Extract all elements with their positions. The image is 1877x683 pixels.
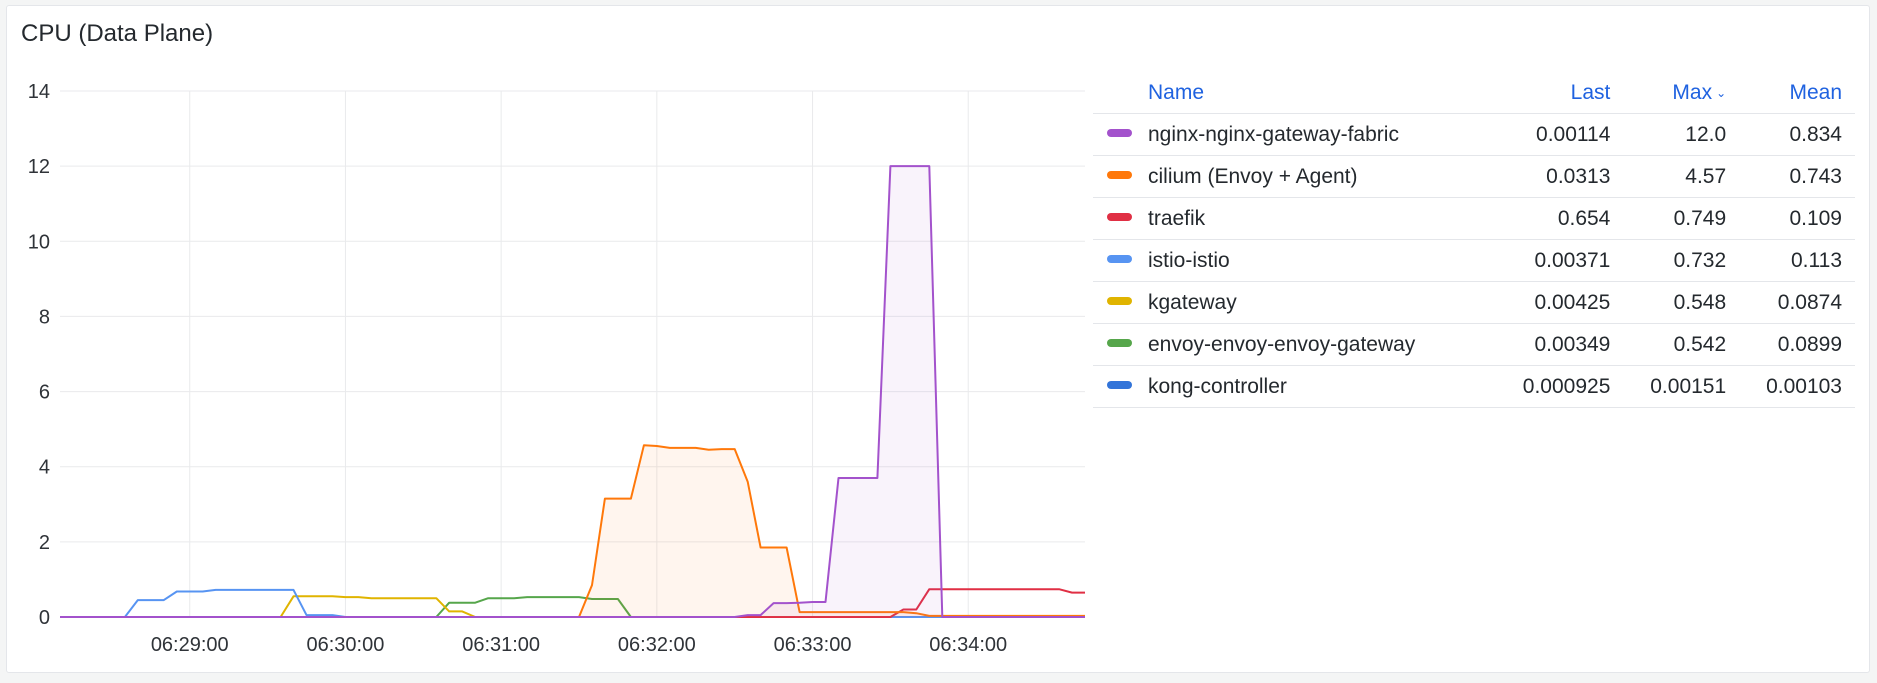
y-tick-label: 10 xyxy=(28,231,50,253)
series-color-swatch xyxy=(1107,254,1132,263)
legend-last-value: 0.654 xyxy=(1493,197,1624,240)
y-tick-label: 8 xyxy=(39,306,50,328)
legend-series-name: kong-controller xyxy=(1093,365,1494,408)
legend-max-value: 0.542 xyxy=(1623,323,1740,366)
legend-series-name: cilium (Envoy + Agent) xyxy=(1093,155,1494,198)
legend-mean-value: 0.0899 xyxy=(1739,323,1855,366)
legend-max-value: 12.0 xyxy=(1623,113,1740,156)
legend-series-label: envoy-envoy-envoy-gateway xyxy=(1148,332,1416,356)
legend-mean-value: 0.00103 xyxy=(1739,365,1855,408)
x-tick-label: 06:33:00 xyxy=(774,634,852,656)
legend-series-name: kgateway xyxy=(1093,281,1494,324)
legend-last-value: 0.00349 xyxy=(1493,323,1624,366)
legend-series-label: kong-controller xyxy=(1148,374,1287,398)
legend-row[interactable]: cilium (Envoy + Agent) 0.0313 4.57 0.743 xyxy=(1093,155,1855,198)
series-color-swatch xyxy=(1107,170,1132,179)
legend-mean-value: 0.109 xyxy=(1739,197,1855,240)
legend-row[interactable]: kong-controller 0.000925 0.00151 0.00103 xyxy=(1093,365,1855,408)
legend-row[interactable]: traefik 0.654 0.749 0.109 xyxy=(1093,197,1855,240)
legend-last-value: 0.00425 xyxy=(1493,281,1624,324)
legend-series-name: nginx-nginx-gateway-fabric xyxy=(1093,113,1494,156)
legend-last-value: 0.0313 xyxy=(1493,155,1624,198)
legend-row[interactable]: envoy-envoy-envoy-gateway 0.00349 0.542 0.0… xyxy=(1093,323,1855,366)
chevron-down-icon: ⌄ xyxy=(1716,86,1727,100)
x-tick-label: 06:30:00 xyxy=(307,634,385,656)
series-color-swatch xyxy=(1107,380,1132,389)
legend-series-label: istio-istio xyxy=(1148,248,1230,272)
legend-max-value: 4.57 xyxy=(1623,155,1740,198)
x-tick-label: 06:34:00 xyxy=(929,634,1007,656)
legend-series-name: traefik xyxy=(1093,197,1494,240)
legend-series-name: istio-istio xyxy=(1093,239,1494,282)
legend-series-name: envoy-envoy-envoy-gateway xyxy=(1093,323,1494,366)
x-tick-label: 06:29:00 xyxy=(151,634,229,656)
y-tick-label: 0 xyxy=(39,607,50,629)
y-tick-label: 14 xyxy=(28,81,50,103)
legend-max-value: 0.548 xyxy=(1623,281,1740,324)
series-color-swatch xyxy=(1107,338,1132,347)
legend-header-row: Name Last Max ⌄ Mean xyxy=(1093,73,1855,114)
legend-max-value: 0.749 xyxy=(1623,197,1740,240)
legend-last-value: 0.00114 xyxy=(1493,113,1624,156)
legend-series-label: nginx-nginx-gateway-fabric xyxy=(1148,122,1399,146)
legend-row[interactable]: kgateway 0.00425 0.548 0.0874 xyxy=(1093,281,1855,324)
legend-max-value: 0.732 xyxy=(1623,239,1740,282)
legend-header-max[interactable]: Max ⌄ xyxy=(1623,73,1740,114)
legend-mean-value: 0.0874 xyxy=(1739,281,1855,324)
legend-mean-value: 0.743 xyxy=(1739,155,1855,198)
legend-mean-value: 0.113 xyxy=(1739,239,1855,282)
y-tick-label: 2 xyxy=(39,532,50,554)
series-color-swatch xyxy=(1107,212,1132,221)
legend-header-mean[interactable]: Mean xyxy=(1739,73,1855,114)
legend-header-name[interactable]: Name xyxy=(1093,73,1494,114)
legend-header-last[interactable]: Last xyxy=(1493,73,1624,114)
legend-last-value: 0.00371 xyxy=(1493,239,1624,282)
series-color-swatch xyxy=(1107,128,1132,137)
legend-series-label: cilium (Envoy + Agent) xyxy=(1148,164,1358,188)
series-color-swatch xyxy=(1107,296,1132,305)
y-tick-label: 4 xyxy=(39,457,50,479)
legend-series-label: kgateway xyxy=(1148,290,1237,314)
legend-header-max-label: Max xyxy=(1672,81,1713,104)
x-tick-label: 06:31:00 xyxy=(462,634,540,656)
legend-mean-value: 0.834 xyxy=(1739,113,1855,156)
legend-row[interactable]: nginx-nginx-gateway-fabric 0.00114 12.0 0.8… xyxy=(1093,113,1855,156)
legend-row[interactable]: istio-istio 0.00371 0.732 0.113 xyxy=(1093,239,1855,282)
legend-table: Name Last Max ⌄ Mean nginx-nginx-gateway-… xyxy=(1093,73,1855,408)
legend-last-value: 0.000925 xyxy=(1493,365,1624,408)
y-tick-label: 6 xyxy=(39,382,50,404)
legend-max-value: 0.00151 xyxy=(1623,365,1740,408)
x-tick-label: 06:32:00 xyxy=(618,634,696,656)
y-tick-label: 12 xyxy=(28,156,50,178)
legend-series-label: traefik xyxy=(1148,206,1206,230)
